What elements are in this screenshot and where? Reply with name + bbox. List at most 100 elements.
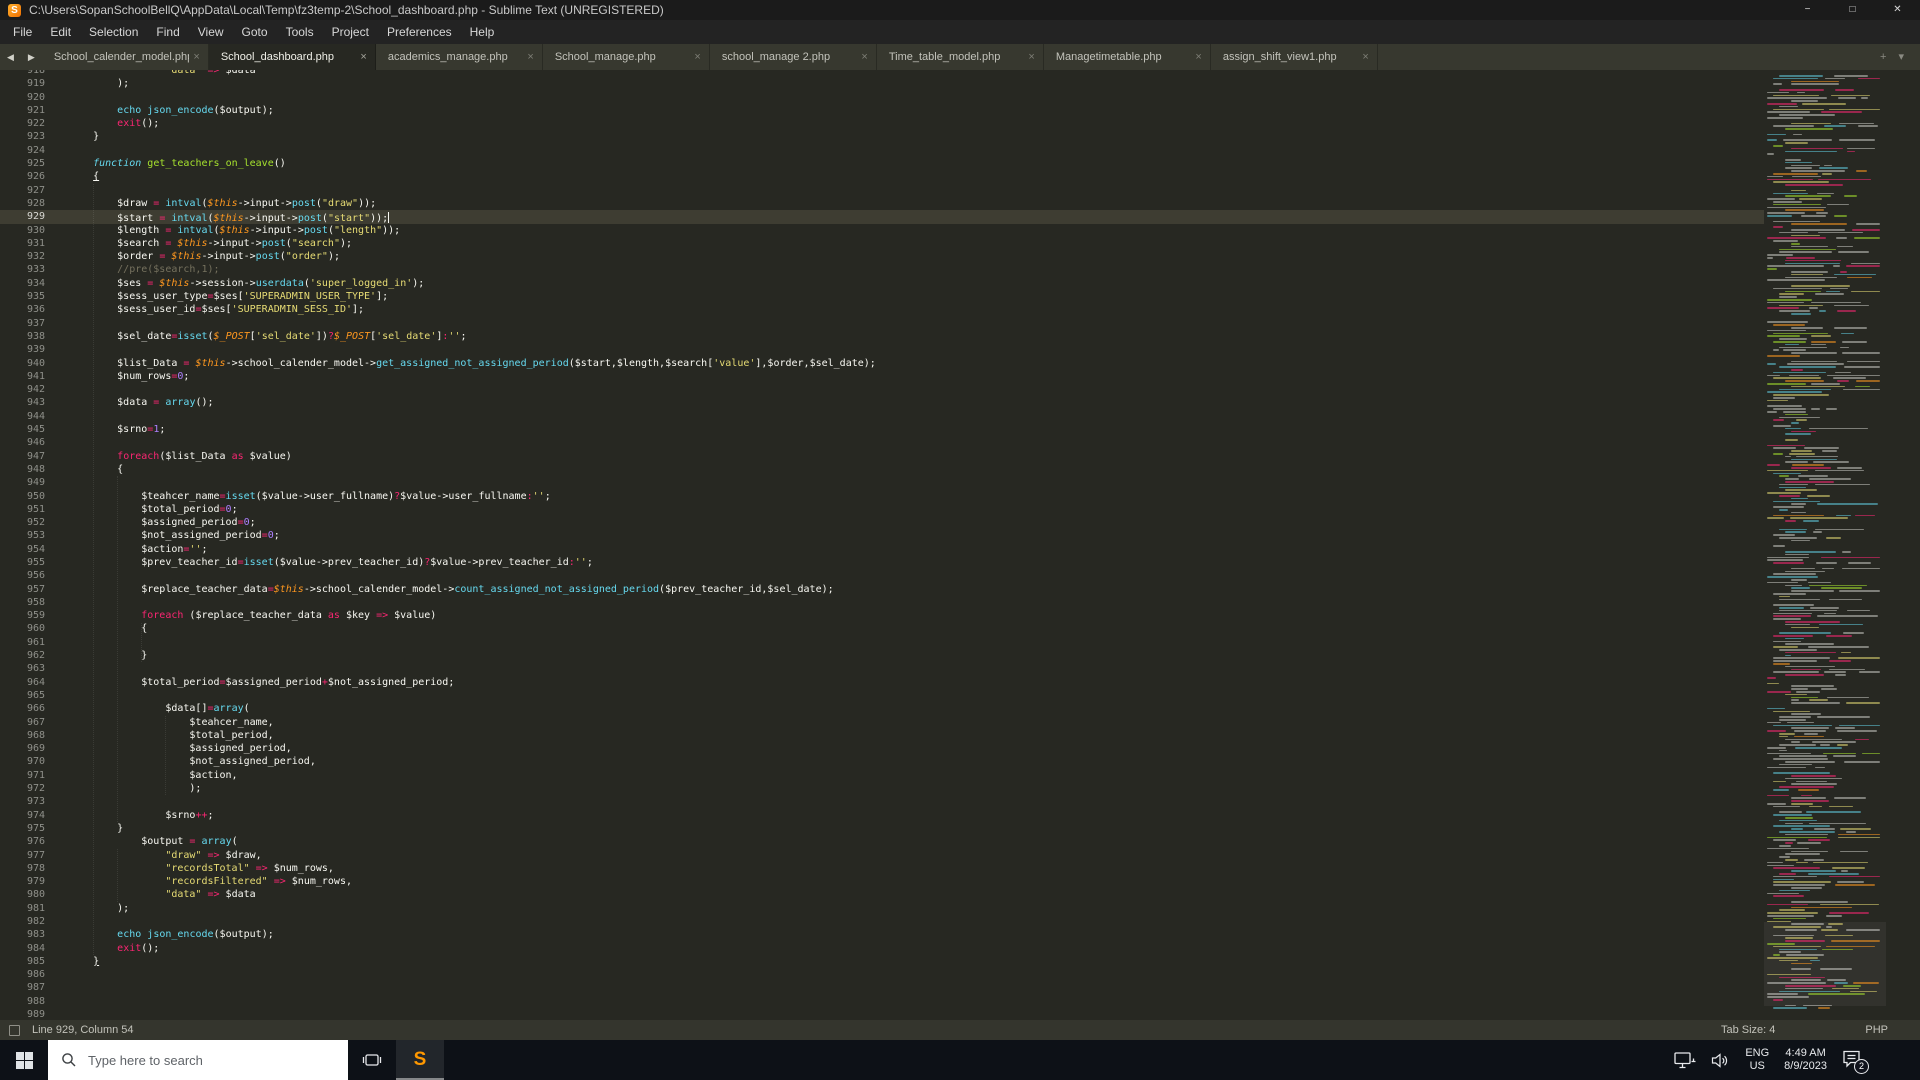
code-line[interactable]: 980 "data" => $data xyxy=(0,888,1764,901)
code-line[interactable]: 959 foreach ($replace_teacher_data as $k… xyxy=(0,609,1764,622)
code-line[interactable]: 967 $teahcer_name, xyxy=(0,716,1764,729)
code-line[interactable]: 989 xyxy=(0,1008,1764,1020)
volume-icon[interactable] xyxy=(1711,1052,1730,1069)
code-line[interactable]: 945 $srno=1; xyxy=(0,423,1764,436)
code-line[interactable]: 968 $total_period, xyxy=(0,729,1764,742)
code-line[interactable]: 950 $teahcer_name=isset($value->user_ful… xyxy=(0,490,1764,503)
code-line[interactable]: 957 $replace_teacher_data=$this->school_… xyxy=(0,583,1764,596)
code-line[interactable]: 933 //pre($search,1); xyxy=(0,263,1764,276)
code-line[interactable]: 938 $sel_date=isset($_POST['sel_date'])?… xyxy=(0,330,1764,343)
code-line[interactable]: 921 echo json_encode($output); xyxy=(0,104,1764,117)
code-line[interactable]: 963 xyxy=(0,662,1764,675)
task-view-button[interactable] xyxy=(348,1040,396,1080)
tab-managetimetable-php[interactable]: Managetimetable.php × xyxy=(1044,44,1211,70)
menu-item-find[interactable]: Find xyxy=(147,20,188,44)
menu-item-selection[interactable]: Selection xyxy=(80,20,147,44)
code-line[interactable]: 953 $not_assigned_period=0; xyxy=(0,529,1764,542)
tab-school-dashboard-php[interactable]: School_dashboard.php × xyxy=(208,44,376,70)
tab-close-icon[interactable]: × xyxy=(193,51,199,63)
code-line[interactable]: 961 xyxy=(0,636,1764,649)
code-line[interactable]: 960 { xyxy=(0,622,1764,635)
network-icon[interactable] xyxy=(1674,1051,1696,1069)
code-line[interactable]: 954 $action=''; xyxy=(0,543,1764,556)
editor[interactable]: 918 "data" => $data 919 ); 920 921 echo jso… xyxy=(0,70,1920,1020)
code-line[interactable]: 976 $output = array( xyxy=(0,835,1764,848)
menu-item-tools[interactable]: Tools xyxy=(277,20,323,44)
code-line[interactable]: 964 $total_period=$assigned_period+$not_… xyxy=(0,676,1764,689)
code-line[interactable]: 935 $sess_user_type=$ses['SUPERADMIN_USE… xyxy=(0,290,1764,303)
code-line[interactable]: 930 $length = intval($this->input->post(… xyxy=(0,224,1764,237)
code-line[interactable]: 948 { xyxy=(0,463,1764,476)
language-indicator[interactable]: ENG US xyxy=(1745,1047,1769,1073)
syntax-label[interactable]: PHP xyxy=(1865,1024,1888,1036)
code-line[interactable]: 920 xyxy=(0,91,1764,104)
code-line[interactable]: 931 $search = $this->input->post("search… xyxy=(0,237,1764,250)
code-line[interactable]: 928 $draw = intval($this->input->post("d… xyxy=(0,197,1764,210)
code-line[interactable]: 947 foreach($list_Data as $value) xyxy=(0,450,1764,463)
code-line[interactable]: 943 $data = array(); xyxy=(0,396,1764,409)
code-line[interactable]: 974 $srno++; xyxy=(0,809,1764,822)
code-line[interactable]: 966 $data[]=array( xyxy=(0,702,1764,715)
nav-back-icon[interactable]: ◀ xyxy=(0,44,21,70)
tab-close-icon[interactable]: × xyxy=(1195,51,1201,63)
new-tab-button[interactable]: + xyxy=(1880,44,1886,70)
code-line[interactable]: 927 xyxy=(0,184,1764,197)
code-line[interactable]: 958 xyxy=(0,596,1764,609)
close-button[interactable]: ✕ xyxy=(1875,0,1920,20)
menu-item-edit[interactable]: Edit xyxy=(41,20,80,44)
code-line[interactable]: 939 xyxy=(0,343,1764,356)
code-line[interactable]: 949 xyxy=(0,476,1764,489)
action-center-button[interactable]: 2 xyxy=(1842,1049,1869,1074)
code-line[interactable]: 926 { xyxy=(0,170,1764,183)
maximize-button[interactable]: □ xyxy=(1830,0,1875,20)
search-input[interactable] xyxy=(86,1051,348,1069)
code-line[interactable]: 962 } xyxy=(0,649,1764,662)
code-line[interactable]: 972 ); xyxy=(0,782,1764,795)
code-line[interactable]: 970 $not_assigned_period, xyxy=(0,755,1764,768)
code-line[interactable]: 975 } xyxy=(0,822,1764,835)
code-line[interactable]: 919 ); xyxy=(0,77,1764,90)
clock[interactable]: 4:49 AM 8/9/2023 xyxy=(1784,1047,1827,1073)
code-line[interactable]: 978 "recordsTotal" => $num_rows, xyxy=(0,862,1764,875)
code-line[interactable]: 987 xyxy=(0,981,1764,994)
tab-school-manage-php[interactable]: School_manage.php × xyxy=(543,44,710,70)
code-line[interactable]: 924 xyxy=(0,144,1764,157)
tab-assign-shift-view1-php[interactable]: assign_shift_view1.php × xyxy=(1211,44,1378,70)
tab-close-icon[interactable]: × xyxy=(861,51,867,63)
code-area[interactable]: 918 "data" => $data 919 ); 920 921 echo jso… xyxy=(0,70,1764,1020)
code-line[interactable]: 946 xyxy=(0,436,1764,449)
menu-item-goto[interactable]: Goto xyxy=(233,20,277,44)
menu-item-help[interactable]: Help xyxy=(461,20,504,44)
code-line[interactable]: 940 $list_Data = $this->school_calender_… xyxy=(0,357,1764,370)
selection-mode-icon[interactable] xyxy=(9,1024,20,1036)
menu-item-project[interactable]: Project xyxy=(323,20,378,44)
tab-time-table-model-php[interactable]: Time_table_model.php × xyxy=(877,44,1044,70)
code-line[interactable]: 918 "data" => $data xyxy=(0,70,1764,77)
code-line[interactable]: 982 xyxy=(0,915,1764,928)
code-line[interactable]: 922 exit(); xyxy=(0,117,1764,130)
code-line[interactable]: 955 $prev_teacher_id=isset($value->prev_… xyxy=(0,556,1764,569)
code-line[interactable]: 923 } xyxy=(0,130,1764,143)
tab-close-icon[interactable]: × xyxy=(694,51,700,63)
code-line[interactable]: 925 function get_teachers_on_leave() xyxy=(0,157,1764,170)
menu-item-file[interactable]: File xyxy=(4,20,41,44)
code-line[interactable]: 983 echo json_encode($output); xyxy=(0,928,1764,941)
nav-forward-icon[interactable]: ▶ xyxy=(21,44,42,70)
code-line[interactable]: 986 xyxy=(0,968,1764,981)
code-line[interactable]: 944 xyxy=(0,410,1764,423)
code-line[interactable]: 934 $ses = $this->session->userdata('sup… xyxy=(0,277,1764,290)
code-line[interactable]: 971 $action, xyxy=(0,769,1764,782)
code-line[interactable]: 941 $num_rows=0; xyxy=(0,370,1764,383)
start-button[interactable] xyxy=(0,1040,48,1080)
code-line[interactable]: 979 "recordsFiltered" => $num_rows, xyxy=(0,875,1764,888)
code-line[interactable]: 942 xyxy=(0,383,1764,396)
tab-close-icon[interactable]: × xyxy=(1028,51,1034,63)
tab-close-icon[interactable]: × xyxy=(527,51,533,63)
code-line[interactable]: 952 $assigned_period=0; xyxy=(0,516,1764,529)
code-line[interactable]: 929 $start = intval($this->input->post("… xyxy=(0,210,1764,224)
taskbar-sublime-button[interactable]: S xyxy=(396,1040,444,1080)
code-line[interactable]: 973 xyxy=(0,795,1764,808)
code-line[interactable]: 977 "draw" => $draw, xyxy=(0,849,1764,862)
minimize-button[interactable]: − xyxy=(1785,0,1830,20)
tab-academics-manage-php[interactable]: academics_manage.php × xyxy=(376,44,543,70)
